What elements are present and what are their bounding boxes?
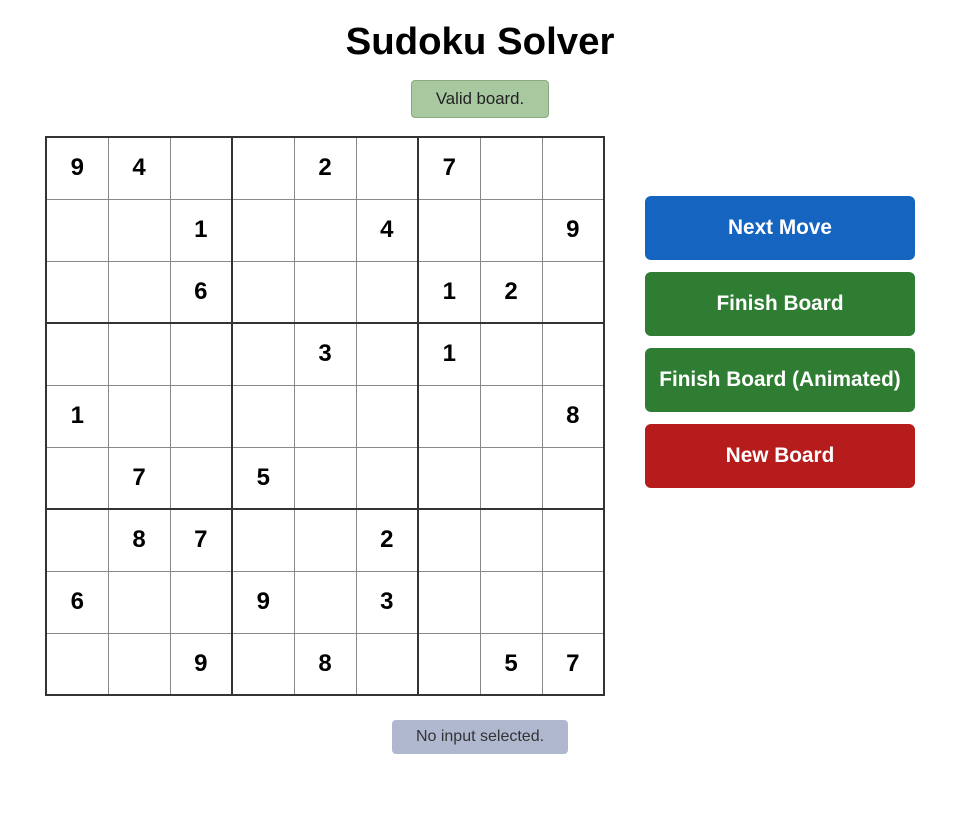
grid-cell[interactable]: 4 bbox=[108, 137, 170, 199]
grid-cell[interactable]: 5 bbox=[232, 447, 294, 509]
grid-cell[interactable]: 3 bbox=[356, 571, 418, 633]
grid-cell[interactable] bbox=[294, 199, 356, 261]
grid-cell[interactable] bbox=[356, 633, 418, 695]
grid-cell[interactable] bbox=[356, 447, 418, 509]
grid-cell[interactable] bbox=[542, 261, 604, 323]
status-badge: Valid board. bbox=[411, 80, 549, 118]
grid-cell[interactable] bbox=[108, 633, 170, 695]
grid-cell[interactable]: 7 bbox=[418, 137, 480, 199]
grid-cell[interactable]: 5 bbox=[480, 633, 542, 695]
grid-cell[interactable] bbox=[294, 509, 356, 571]
grid-cell[interactable] bbox=[480, 385, 542, 447]
grid-cell[interactable] bbox=[108, 385, 170, 447]
grid-cell[interactable] bbox=[356, 137, 418, 199]
new-board-button[interactable]: New Board bbox=[645, 424, 915, 488]
grid-cell[interactable] bbox=[294, 385, 356, 447]
grid-cell[interactable] bbox=[418, 509, 480, 571]
main-area: 94271496123118758726939857 Next Move Fin… bbox=[45, 136, 915, 696]
grid-cell[interactable]: 6 bbox=[46, 571, 108, 633]
grid-cell[interactable] bbox=[480, 199, 542, 261]
grid-cell[interactable] bbox=[480, 447, 542, 509]
buttons-panel: Next Move Finish Board Finish Board (Ani… bbox=[645, 196, 915, 488]
grid-cell[interactable]: 3 bbox=[294, 323, 356, 385]
grid-cell[interactable] bbox=[108, 261, 170, 323]
grid-cell[interactable] bbox=[418, 633, 480, 695]
grid-cell[interactable]: 7 bbox=[542, 633, 604, 695]
grid-cell[interactable] bbox=[542, 447, 604, 509]
grid-cell[interactable] bbox=[356, 385, 418, 447]
grid-cell[interactable] bbox=[46, 199, 108, 261]
grid-cell[interactable]: 8 bbox=[542, 385, 604, 447]
grid-cell[interactable] bbox=[170, 323, 232, 385]
grid-cell[interactable] bbox=[232, 137, 294, 199]
sudoku-grid[interactable]: 94271496123118758726939857 bbox=[45, 136, 605, 696]
grid-cell[interactable] bbox=[542, 509, 604, 571]
grid-cell[interactable] bbox=[542, 323, 604, 385]
grid-cell[interactable]: 2 bbox=[294, 137, 356, 199]
grid-cell[interactable] bbox=[418, 571, 480, 633]
finish-board-button[interactable]: Finish Board bbox=[645, 272, 915, 336]
grid-cell[interactable]: 9 bbox=[170, 633, 232, 695]
grid-cell[interactable] bbox=[46, 633, 108, 695]
grid-cell[interactable] bbox=[480, 571, 542, 633]
grid-cell[interactable] bbox=[294, 447, 356, 509]
grid-cell[interactable] bbox=[418, 447, 480, 509]
grid-cell[interactable] bbox=[170, 385, 232, 447]
grid-cell[interactable] bbox=[542, 571, 604, 633]
next-move-button[interactable]: Next Move bbox=[645, 196, 915, 260]
grid-cell[interactable] bbox=[170, 447, 232, 509]
grid-cell[interactable]: 6 bbox=[170, 261, 232, 323]
grid-cell[interactable]: 7 bbox=[108, 447, 170, 509]
page-title: Sudoku Solver bbox=[346, 20, 615, 64]
grid-cell[interactable] bbox=[232, 385, 294, 447]
grid-cell[interactable] bbox=[232, 633, 294, 695]
grid-cell[interactable] bbox=[108, 323, 170, 385]
grid-cell[interactable]: 4 bbox=[356, 199, 418, 261]
grid-cell[interactable] bbox=[232, 323, 294, 385]
grid-cell[interactable] bbox=[232, 199, 294, 261]
grid-cell[interactable]: 2 bbox=[480, 261, 542, 323]
grid-cell[interactable]: 9 bbox=[232, 571, 294, 633]
grid-cell[interactable]: 9 bbox=[46, 137, 108, 199]
grid-cell[interactable]: 8 bbox=[294, 633, 356, 695]
grid-cell[interactable]: 7 bbox=[170, 509, 232, 571]
grid-cell[interactable] bbox=[170, 571, 232, 633]
no-input-badge: No input selected. bbox=[392, 720, 568, 754]
grid-cell[interactable]: 9 bbox=[542, 199, 604, 261]
grid-cell[interactable] bbox=[46, 323, 108, 385]
grid-cell[interactable] bbox=[46, 261, 108, 323]
grid-cell[interactable] bbox=[294, 571, 356, 633]
grid-cell[interactable] bbox=[294, 261, 356, 323]
grid-cell[interactable]: 1 bbox=[170, 199, 232, 261]
grid-cell[interactable] bbox=[418, 385, 480, 447]
grid-cell[interactable] bbox=[356, 323, 418, 385]
grid-cell[interactable] bbox=[542, 137, 604, 199]
grid-cell[interactable] bbox=[356, 261, 418, 323]
grid-cell[interactable] bbox=[480, 137, 542, 199]
grid-cell[interactable] bbox=[46, 509, 108, 571]
grid-cell[interactable]: 8 bbox=[108, 509, 170, 571]
grid-cell[interactable] bbox=[108, 571, 170, 633]
grid-cell[interactable]: 1 bbox=[418, 323, 480, 385]
grid-cell[interactable]: 1 bbox=[418, 261, 480, 323]
grid-cell[interactable] bbox=[170, 137, 232, 199]
grid-cell[interactable] bbox=[480, 509, 542, 571]
finish-board-animated-button[interactable]: Finish Board (Animated) bbox=[645, 348, 915, 412]
grid-cell[interactable] bbox=[108, 199, 170, 261]
grid-cell[interactable] bbox=[232, 509, 294, 571]
grid-cell[interactable]: 2 bbox=[356, 509, 418, 571]
grid-cell[interactable] bbox=[480, 323, 542, 385]
grid-cell[interactable]: 1 bbox=[46, 385, 108, 447]
grid-cell[interactable] bbox=[232, 261, 294, 323]
grid-cell[interactable] bbox=[46, 447, 108, 509]
grid-cell[interactable] bbox=[418, 199, 480, 261]
